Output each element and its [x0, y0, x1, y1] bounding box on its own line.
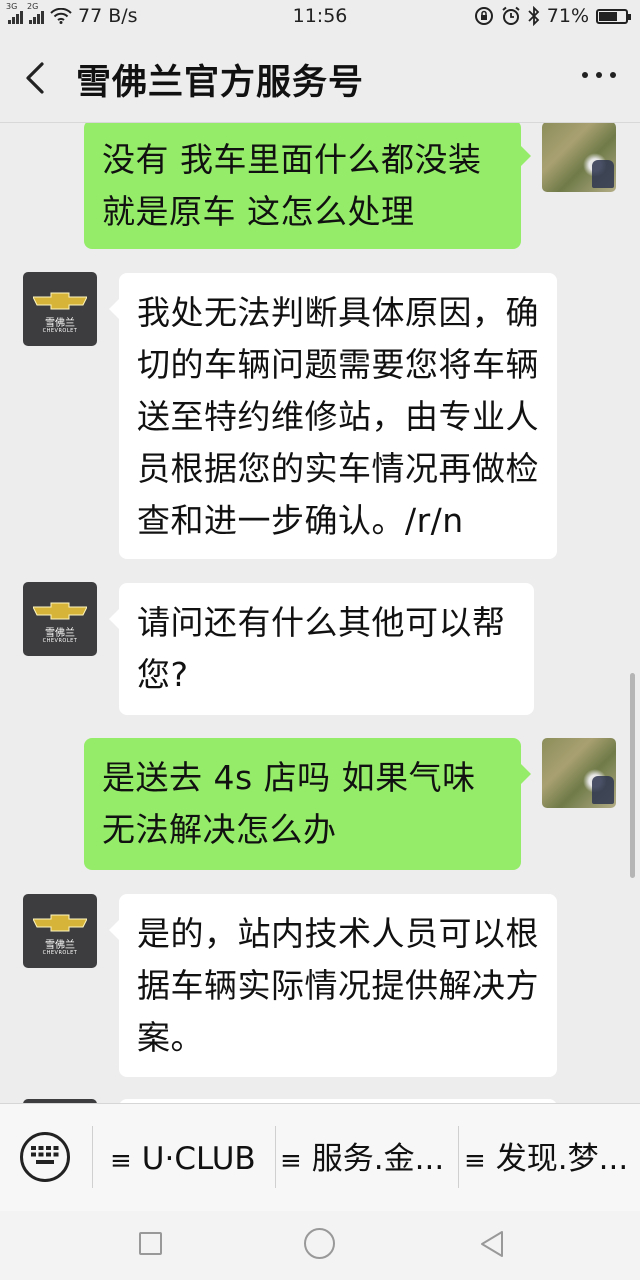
menu-divider	[275, 1126, 276, 1188]
bot-logo-en: CHEVROLET	[42, 328, 78, 334]
menu-item-label: U·CLUB	[141, 1141, 256, 1177]
message-text: 是送去 4s 店吗 如果气味无法解决怎么办	[102, 758, 476, 849]
menu-item-label: 发现.梦...	[495, 1141, 629, 1177]
message-text: 是的，站内技术人员可以根据车辆实际情况提供解决方案。	[137, 914, 539, 1057]
message-text: 请问还有什么其他可以帮您?	[137, 603, 506, 694]
more-dots-icon[interactable]	[582, 72, 616, 78]
bot-logo-cn: 雪佛兰	[45, 940, 75, 951]
message-bubble-incoming[interactable]: 请问还有什么其他可以帮您?	[109, 583, 534, 715]
menu-lines-icon: ≡	[110, 1146, 132, 1176]
menu-divider	[92, 1126, 93, 1188]
message-text: 我处无法判断具体原因，确切的车辆问题需要您将车辆送至特约维修站，由专业人员根据您…	[137, 293, 539, 540]
alarm-icon	[502, 6, 520, 25]
menu-divider	[458, 1126, 459, 1188]
chevrolet-bowtie-icon	[33, 292, 87, 310]
battery-percent: 71%	[546, 5, 589, 27]
back-chevron-icon[interactable]	[22, 60, 52, 96]
bot-avatar[interactable]: 雪佛兰 CHEVROLET	[23, 582, 97, 656]
chat-area[interactable]: 没有 我车里面什么都没装 就是原车 这怎么处理 雪佛兰 CHEVROLET 我处…	[0, 123, 640, 1103]
recent-apps-icon[interactable]	[139, 1232, 162, 1255]
message-bubble-outgoing[interactable]: 是送去 4s 店吗 如果气味无法解决怎么办	[84, 738, 531, 870]
bluetooth-icon	[528, 6, 540, 26]
chat-header: 雪佛兰官方服务号	[0, 34, 640, 123]
bot-logo-en: CHEVROLET	[42, 950, 78, 956]
keyboard-icon[interactable]	[20, 1132, 70, 1182]
bot-logo-en: CHEVROLET	[42, 638, 78, 644]
message-bubble-outgoing[interactable]: 没有 我车里面什么都没装 就是原车 这怎么处理	[84, 123, 531, 249]
message-bubble-incoming[interactable]: 是的，站内技术人员可以根据车辆实际情况提供解决方案。	[109, 894, 557, 1077]
clock: 11:56	[292, 5, 348, 27]
chevrolet-bowtie-icon	[33, 602, 87, 620]
bot-avatar[interactable]: 雪佛兰 CHEVROLET	[23, 272, 97, 346]
back-triangle-icon[interactable]	[478, 1229, 506, 1259]
system-nav-bar	[0, 1211, 640, 1280]
status-bar: 3G 2G 77 B/s 11:56 71%	[0, 0, 640, 34]
chevrolet-bowtie-icon	[33, 914, 87, 932]
message-bubble-incoming[interactable]: 我处无法判断具体原因，确切的车辆问题需要您将车辆送至特约维修站，由专业人员根据您…	[109, 273, 557, 559]
battery-icon	[596, 8, 631, 24]
menu-lines-icon: ≡	[280, 1146, 302, 1176]
chat-scrollbar[interactable]	[630, 673, 635, 878]
user-avatar[interactable]	[542, 123, 616, 192]
menu-item-label: 服务.金...	[311, 1141, 445, 1177]
user-avatar[interactable]	[542, 738, 616, 808]
bot-avatar[interactable]: 雪佛兰 CHEVROLET	[23, 894, 97, 968]
menu-lines-icon: ≡	[464, 1146, 486, 1176]
menu-item-service[interactable]: ≡ 服务.金...	[280, 1134, 456, 1184]
battery-level	[599, 11, 618, 21]
menu-item-discover[interactable]: ≡ 发现.梦...	[464, 1134, 636, 1184]
bot-logo-cn: 雪佛兰	[45, 628, 75, 639]
page-title: 雪佛兰官方服务号	[76, 63, 365, 103]
message-text: 没有 我车里面什么都没装 就是原车 这怎么处理	[102, 140, 482, 231]
service-menu-bar: ≡ U·CLUB ≡ 服务.金... ≡ 发现.梦...	[0, 1103, 640, 1212]
menu-item-uclub[interactable]: ≡ U·CLUB	[110, 1134, 270, 1184]
bot-logo-cn: 雪佛兰	[45, 318, 75, 329]
home-icon[interactable]	[304, 1228, 335, 1259]
lock-rotation-icon	[474, 7, 493, 25]
